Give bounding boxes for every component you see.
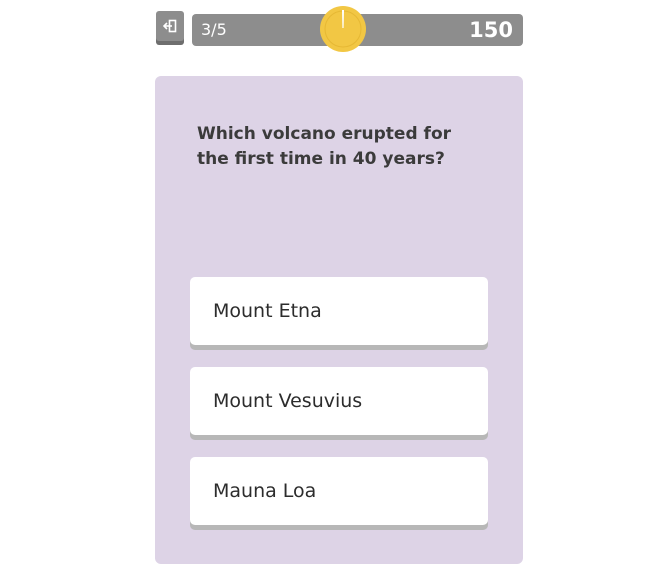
- question-counter: 3/5: [201, 20, 227, 39]
- stopwatch-icon: [320, 6, 366, 52]
- score: 150: [469, 18, 513, 42]
- answer-option-mauna-loa[interactable]: Mauna Loa: [190, 457, 488, 525]
- answer-label: Mauna Loa: [213, 480, 317, 502]
- answer-label: Mount Etna: [213, 300, 322, 322]
- exit-button[interactable]: [156, 11, 184, 41]
- question-card: Which volcano erupted for the first time…: [155, 76, 523, 564]
- answer-label: Mount Vesuvius: [213, 390, 363, 412]
- answer-option-mount-vesuvius[interactable]: Mount Vesuvius: [190, 367, 488, 435]
- question-text: Which volcano erupted for the first time…: [197, 124, 452, 169]
- exit-icon: [163, 19, 177, 33]
- answer-option-mount-etna[interactable]: Mount Etna: [190, 277, 488, 345]
